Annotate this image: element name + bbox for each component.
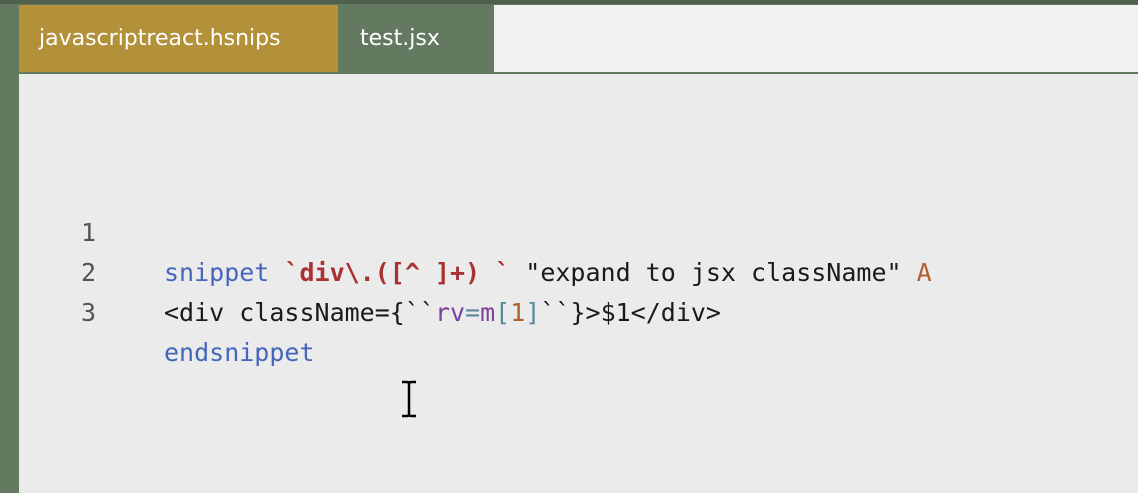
tab-label: javascriptreact.hsnips (39, 26, 281, 51)
tab-label: test.jsx (360, 26, 440, 51)
line-content[interactable]: endsnippet (164, 333, 315, 373)
tab-javascriptreact-hsnips[interactable]: javascriptreact.hsnips (19, 5, 338, 72)
variable-token: rv (434, 298, 466, 327)
bracket-token: ] (525, 298, 541, 327)
text-token: ``}>$1</div> (540, 298, 721, 327)
operator-token: = (465, 298, 481, 327)
code-line[interactable]: 3 endsnippet (19, 253, 1138, 367)
tab-test-jsx[interactable]: test.jsx (338, 5, 494, 72)
number-token: 1 (510, 298, 526, 327)
variable-token: m (480, 298, 496, 327)
keyword-token: endsnippet (164, 338, 315, 367)
line-content[interactable]: <div className={``rv=m[1]``}>$1</div> (164, 293, 721, 333)
code-editor[interactable]: 1 snippet `div\.([^ ]+) ` "expand to jsx… (19, 74, 1138, 493)
code-line[interactable]: 2 <div className={``rv=m[1]``}>$1</div> (19, 213, 1138, 327)
line-number: 3 (81, 298, 97, 327)
text-cursor-icon (402, 380, 416, 418)
bracket-token: [ (495, 298, 511, 327)
code-line[interactable]: 1 snippet `div\.([^ ]+) ` "expand to jsx… (19, 173, 1138, 287)
window-top-border (0, 0, 1138, 4)
tab-bar: javascriptreact.hsnips test.jsx (19, 5, 1138, 72)
editor-window: javascriptreact.hsnips test.jsx 1 snippe… (0, 0, 1138, 493)
text-token: <div className={`` (164, 298, 435, 327)
